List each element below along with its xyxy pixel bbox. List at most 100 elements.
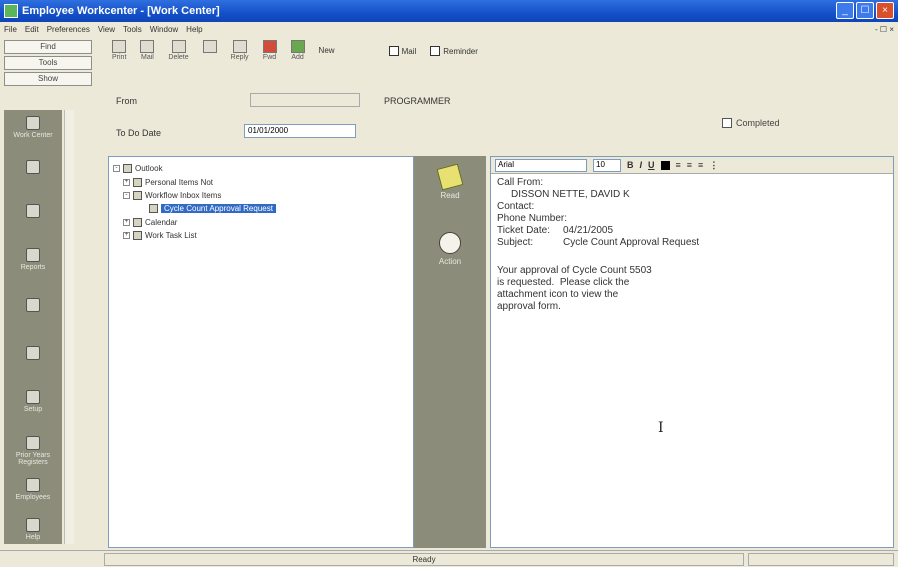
task-list-icon: [133, 231, 142, 240]
print-button[interactable]: Print: [112, 40, 126, 61]
bullets-icon[interactable]: ⋮: [709, 160, 718, 171]
tree-node-outlook[interactable]: - Outlook: [113, 163, 163, 174]
align-center-icon[interactable]: ≡: [687, 160, 692, 170]
calendar-icon: [133, 218, 142, 227]
nav-icon: [26, 204, 40, 218]
add-icon: [290, 40, 305, 53]
new-button[interactable]: New: [319, 46, 335, 55]
to-do-date-field[interactable]: 01/01/2000: [244, 124, 356, 138]
mail-icon: [140, 40, 155, 53]
to-do-label: To Do Date: [116, 128, 162, 138]
nav-item-setup[interactable]: Setup: [4, 390, 62, 413]
body-line-1: Your approval of Cycle Count 5503: [497, 265, 652, 276]
sidebar-tab-find[interactable]: Find: [4, 40, 92, 54]
nav-bar: Work Center Reports Setup Prior Years Re…: [4, 110, 62, 544]
user-action[interactable]: Action: [414, 232, 486, 266]
nav-icon: [26, 346, 40, 360]
checkbox-icon: [722, 118, 732, 128]
nav-item-5[interactable]: [4, 298, 62, 314]
contact-label: Contact:: [497, 201, 535, 212]
outlook-tree: - Outlook + Personal Items Not - Workflow I…: [108, 156, 414, 548]
mail-checkbox[interactable]: Mail: [388, 46, 416, 56]
sidebar-scrollbar[interactable]: [64, 110, 74, 544]
message-editor[interactable]: Arial 10 B I U ≡ ≡ ≡ ⋮ Call From: DISSON…: [490, 156, 894, 548]
note-icon: [436, 163, 464, 191]
ticket-date-label: Ticket Date:: [497, 225, 550, 236]
nav-item-help[interactable]: Help: [4, 518, 62, 541]
menu-help[interactable]: Help: [186, 25, 202, 34]
registers-icon: [26, 436, 40, 450]
help-icon: [26, 518, 40, 532]
nav-item-3[interactable]: [4, 204, 62, 220]
from-label: From: [116, 96, 137, 106]
minimize-button[interactable]: _: [836, 2, 854, 19]
nav-item-work-center[interactable]: Work Center: [4, 116, 62, 139]
subject-value: Cycle Count Approval Request: [563, 237, 700, 248]
from-field[interactable]: [250, 93, 360, 107]
maximize-button[interactable]: ☐: [856, 2, 874, 19]
tree-node-personal[interactable]: + Personal Items Not: [123, 177, 213, 188]
call-from-label: Call From:: [497, 177, 544, 188]
blank-button[interactable]: [202, 40, 217, 54]
align-right-icon[interactable]: ≡: [698, 160, 703, 170]
ticket-date-value: 04/21/2005: [563, 225, 614, 236]
status-right: [748, 553, 894, 566]
tree-node-workflow-inbox[interactable]: - Workflow Inbox Items: [123, 190, 221, 201]
add-button[interactable]: Add: [290, 40, 305, 61]
setup-icon: [26, 390, 40, 404]
text-color-icon[interactable]: [660, 160, 670, 170]
reply-icon: [232, 40, 247, 53]
reply-button[interactable]: Reply: [231, 40, 249, 61]
menu-window[interactable]: Window: [150, 25, 178, 34]
tree-node-calendar[interactable]: + Calendar: [123, 217, 177, 228]
tree-node-cycle-count[interactable]: Cycle Count Approval Request: [149, 203, 276, 214]
align-left-icon[interactable]: ≡: [676, 160, 681, 170]
delete-button[interactable]: Delete: [168, 40, 189, 61]
sidebar-tab-tools[interactable]: Tools: [4, 56, 92, 70]
format-toolbar: Arial 10 B I U ≡ ≡ ≡ ⋮: [491, 157, 893, 174]
completed-checkbox[interactable]: Completed: [722, 118, 780, 128]
user-icon: [439, 232, 461, 254]
call-from-value: DISSON NETTE, DAVID K: [511, 189, 630, 200]
status-bar: Ready: [0, 550, 898, 567]
menu-file[interactable]: File: [4, 25, 17, 34]
menu-bar: File Edit Preferences View Tools Window …: [0, 22, 898, 36]
underline-button[interactable]: U: [648, 160, 655, 170]
nav-item-reports[interactable]: Reports: [4, 248, 62, 271]
text-cursor-icon: I: [658, 420, 664, 436]
forward-button[interactable]: Fwd: [262, 40, 277, 61]
inbox-icon: [133, 191, 142, 200]
from-name: PROGRAMMER: [384, 96, 451, 106]
nav-item-2[interactable]: [4, 160, 62, 176]
nav-item-prior-years[interactable]: Prior Years Registers: [4, 436, 62, 466]
nav-item-6[interactable]: [4, 346, 62, 362]
menu-edit[interactable]: Edit: [25, 25, 39, 34]
task-icon: [149, 204, 158, 213]
subject-label: Subject:: [497, 237, 534, 248]
body-line-4: approval form.: [497, 301, 561, 312]
checkbox-icon: [388, 46, 399, 56]
app-icon: [4, 4, 18, 18]
read-action[interactable]: Read: [414, 163, 486, 200]
mdi-controls[interactable]: - ☐ ×: [875, 25, 894, 34]
forward-icon: [262, 40, 277, 53]
menu-preferences[interactable]: Preferences: [47, 25, 90, 34]
font-select[interactable]: Arial: [495, 158, 587, 172]
menu-tools[interactable]: Tools: [123, 25, 142, 34]
nav-icon: [26, 160, 40, 174]
close-button[interactable]: ×: [876, 2, 894, 19]
tree-node-task-list[interactable]: + Work Task List: [123, 230, 197, 241]
bold-button[interactable]: B: [627, 160, 634, 170]
work-center-icon: [26, 116, 40, 130]
blank-icon: [202, 40, 217, 53]
mail-button[interactable]: Mail: [140, 40, 155, 61]
size-select[interactable]: 10: [593, 158, 621, 172]
sidebar-tab-show[interactable]: Show: [4, 72, 92, 86]
italic-button[interactable]: I: [640, 160, 643, 170]
menu-view[interactable]: View: [98, 25, 115, 34]
toolbar: Print Mail Delete Reply Fwd Add New Mail…: [102, 40, 892, 70]
reminder-checkbox[interactable]: Reminder: [430, 46, 478, 56]
nav-item-employees[interactable]: Employees: [4, 478, 62, 501]
delete-icon: [171, 40, 186, 53]
title-bar: Employee Workcenter - [Work Center] _ ☐ …: [0, 0, 898, 22]
